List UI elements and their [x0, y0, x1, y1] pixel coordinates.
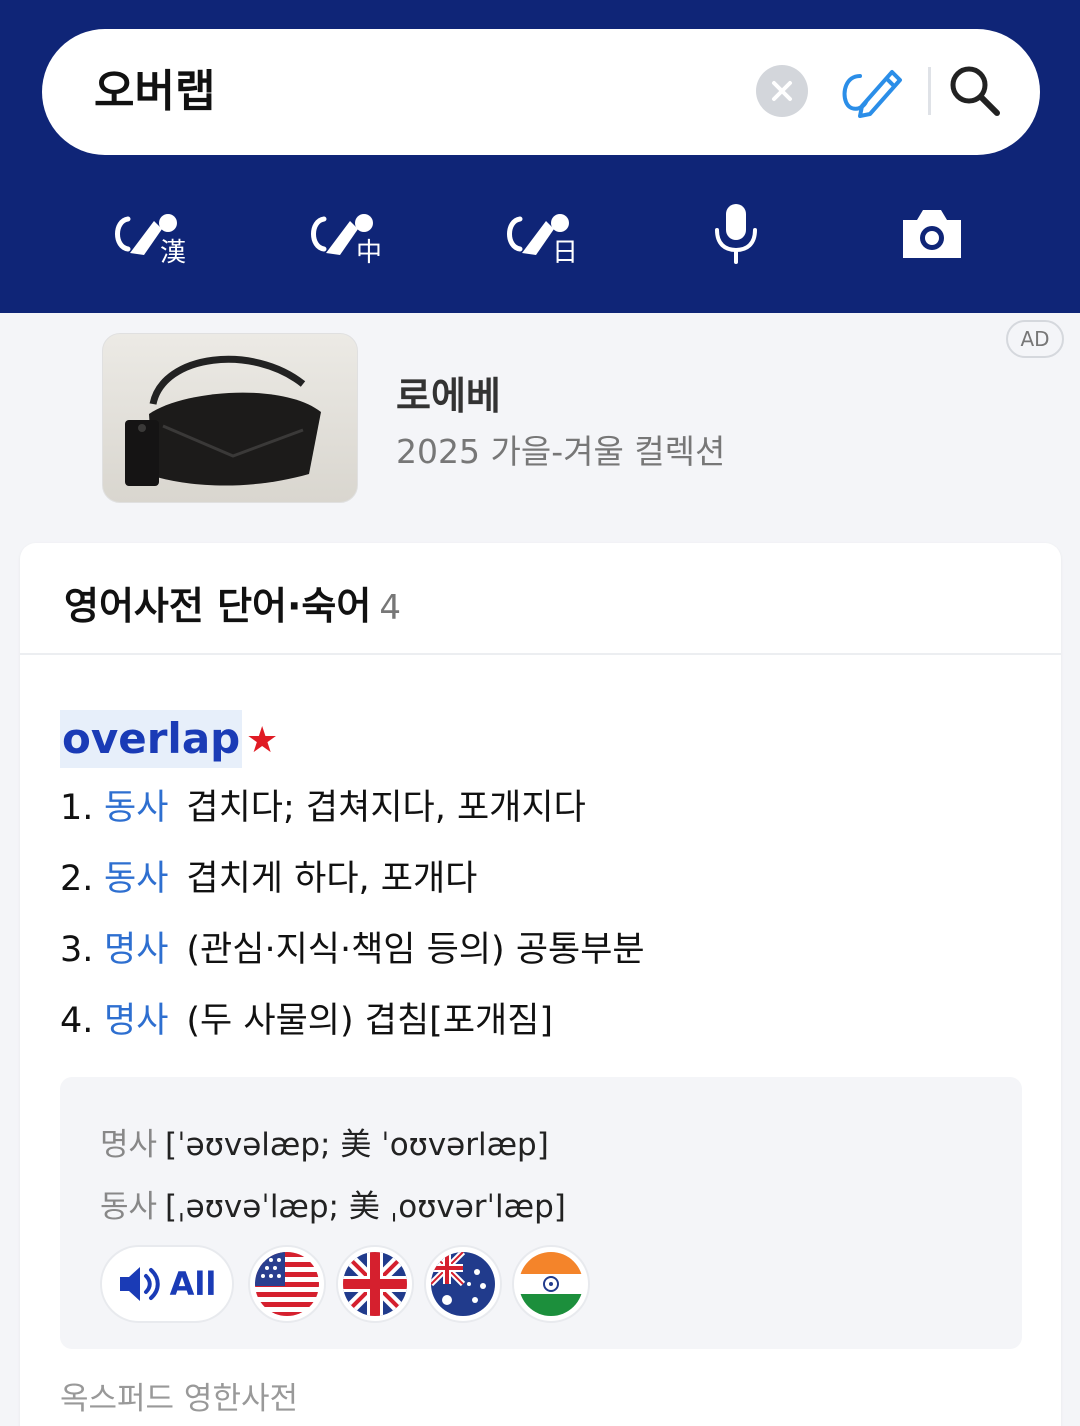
part-of-speech: 명사 [104, 930, 169, 970]
definition-item: 1. 동사 겹치다; 겹쳐지다, 포개지다 [60, 783, 1020, 854]
pronunciation-pos: 동사 [100, 1189, 158, 1225]
definition-item: 2. 동사 겹치게 하다, 포개다 [60, 854, 1020, 925]
microphone-icon[interactable] [696, 196, 776, 272]
pronunciation-ipa: [ˈəʊvəlæp; 美 ˈoʊvərlæp] [165, 1127, 549, 1163]
card-header: 영어사전 단어·숙어 4 [20, 543, 1061, 655]
definition-item: 4. 명사 (두 사물의) 겹침[포개짐] [60, 996, 1020, 1067]
pronunciation-verb: 동사 [ˌəʊvəˈlæp; 美 ˌoʊvərˈlæp] [100, 1181, 566, 1226]
ad-banner[interactable]: 로에베 2025 가을-겨울 컬렉션 AD [0, 313, 1080, 522]
input-method-toolbar: 漢 中 日 [0, 196, 1080, 272]
part-of-speech: 명사 [104, 1001, 169, 1041]
part-of-speech: 동사 [104, 859, 169, 899]
definition-item: 3. 명사 (관심·지식·책임 등의) 공통부분 [60, 925, 1020, 996]
ad-badge[interactable]: AD [1006, 320, 1064, 358]
handwriting-pen-icon[interactable] [840, 62, 906, 120]
definition-text: (관심·지식·책임 등의) 공통부분 [186, 930, 645, 970]
pronunciation-noun: 명사 [ˈəʊvəlæp; 美 ˈoʊvərlæp] [100, 1119, 549, 1164]
definition-number: 1. [60, 788, 94, 828]
entry-word[interactable]: overlap [60, 710, 243, 768]
play-all-button[interactable]: All [100, 1245, 234, 1323]
camera-icon[interactable] [892, 196, 972, 272]
australia-flag-icon[interactable] [424, 1245, 502, 1323]
hanja-handwriting-icon[interactable]: 漢 [110, 196, 190, 272]
definition-number: 4. [60, 1001, 94, 1041]
section-title[interactable]: 영어사전 단어·숙어 4 [64, 575, 401, 630]
search-icon[interactable] [947, 63, 1003, 119]
definition-text: 겹치다; 겹쳐지다, 포개지다 [186, 788, 586, 828]
search-bar[interactable]: 오버랩 [42, 29, 1040, 155]
speaker-icon [119, 1267, 160, 1301]
definition-text: 겹치게 하다, 포개다 [186, 859, 478, 899]
chinese-handwriting-icon[interactable]: 中 [306, 196, 386, 272]
play-all-label: All [169, 1265, 217, 1303]
definition-number: 3. [60, 930, 94, 970]
search-divider [928, 67, 931, 115]
japanese-handwriting-icon[interactable]: 日 [502, 196, 582, 272]
pronunciation-pos: 명사 [100, 1127, 158, 1163]
japanese-char: 日 [552, 238, 578, 268]
hanja-char: 漢 [160, 238, 186, 268]
ad-product-image[interactable] [102, 333, 358, 503]
pronunciation-box: 명사 [ˈəʊvəlæp; 美 ˈoʊvərlæp] 동사 [ˌəʊvəˈlæp; … [60, 1077, 1022, 1349]
definition-number: 2. [60, 859, 94, 899]
chinese-char: 中 [356, 238, 382, 268]
section-title-text: 영어사전 단어·숙어 [64, 584, 372, 628]
dictionary-source[interactable]: 옥스퍼드 영한사전 [60, 1373, 298, 1418]
definition-list: 1. 동사 겹치다; 겹쳐지다, 포개지다 2. 동사 겹치게 하다, 포개다 3. 명사… [60, 783, 1020, 1067]
clear-icon[interactable] [756, 65, 808, 117]
definition-text: (두 사물의) 겹침[포개짐] [186, 1001, 554, 1041]
india-flag-icon[interactable] [512, 1245, 590, 1323]
importance-star-icon: ★ [246, 720, 279, 761]
result-count: 4 [379, 588, 401, 628]
pronunciation-ipa: [ˌəʊvəˈlæp; 美 ˌoʊvərˈlæp] [165, 1189, 566, 1225]
us-flag-icon[interactable] [248, 1245, 326, 1323]
part-of-speech: 동사 [104, 788, 169, 828]
search-input[interactable]: 오버랩 [94, 63, 215, 121]
ad-title[interactable]: 로에베 [396, 365, 501, 420]
dictionary-card: 영어사전 단어·숙어 4 overlap ★ 1. 동사 겹치다; 겹쳐지다, 포개지… [20, 543, 1061, 1426]
search-header: 오버랩 漢 中 日 [0, 0, 1080, 313]
uk-flag-icon[interactable] [336, 1245, 414, 1323]
ad-subtitle: 2025 가을-겨울 컬렉션 [396, 432, 726, 471]
